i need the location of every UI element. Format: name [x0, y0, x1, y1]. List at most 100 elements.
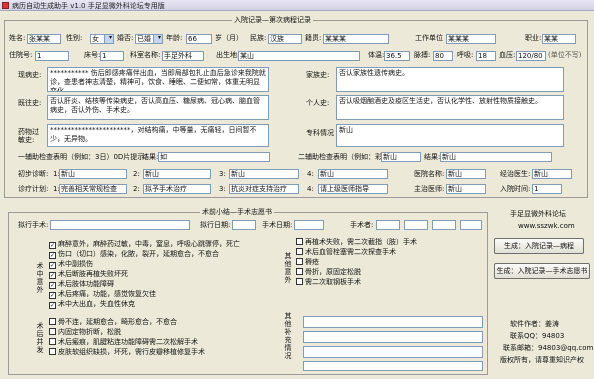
diag2-field[interactable]: 新山 — [143, 169, 211, 179]
other-checkbox-2[interactable]: 褥疮 — [296, 258, 319, 267]
extra-field-4[interactable] — [303, 361, 483, 371]
aux-result-field[interactable]: 如 — [158, 152, 270, 162]
operation-date-label: 手术日期: — [262, 221, 293, 229]
checkbox-box — [49, 318, 56, 325]
other-checkbox-3[interactable]: 骨折，原固定松脱 — [296, 268, 361, 277]
risk-checkbox-6[interactable]: ✓ 术中大出血，失血性休克 — [49, 300, 135, 309]
specialty-field[interactable]: 新山 — [336, 124, 564, 147]
operation-date-field[interactable] — [294, 220, 324, 230]
checkbox-box — [296, 268, 303, 275]
birth-field[interactable]: 某山 — [238, 51, 360, 61]
consent-frame-title: 术前小结—手术志愿书 — [200, 207, 274, 217]
checkbox-box — [296, 238, 303, 245]
window-title: 病历自动生成助手 v1.0 手足显微外科论坛专用版 — [12, 2, 165, 10]
post-checkbox-1[interactable]: 内固定物折断，松脱 — [49, 328, 121, 337]
proposed-surgery-field[interactable] — [50, 220, 190, 230]
diag3-field[interactable]: 新山 — [229, 169, 299, 179]
risk-group-label: 术中意外 — [36, 262, 44, 294]
resp-label: 呼吸: — [457, 51, 474, 59]
risk-checkbox-3[interactable]: ✓ 术后断肢再植失败坏死 — [49, 270, 128, 279]
post-checkbox-0[interactable]: 骨不连，延期愈合，畸形愈合，不愈合 — [49, 318, 177, 327]
diag1-field[interactable]: 新山 — [59, 169, 127, 179]
risk-checkbox-1[interactable]: ✓ 伤口（切口）感染，化脓，裂开，延期愈合，不愈合 — [49, 250, 219, 259]
family-label: 家族史: — [306, 71, 330, 79]
name-field[interactable]: 张某某 — [27, 34, 61, 44]
post-checkbox-2[interactable]: 术后瘢痕，肌腱粘连功能障碍需二次松解手术 — [49, 338, 198, 347]
allergy-label: 药物过敏史: — [18, 128, 39, 144]
sex-label: 性别: — [66, 34, 83, 42]
plan2-field[interactable]: 拟予手术治疗 — [143, 184, 211, 194]
chevron-down-icon: ▾ — [157, 34, 161, 41]
temp-label: 体温: — [368, 51, 385, 59]
age-field[interactable]: 66 — [186, 34, 212, 44]
marital-select[interactable]: 已婚 ▾ — [135, 34, 163, 44]
aux2-field[interactable]: 新山 — [381, 152, 421, 162]
extra-group-label: 其他补充情况 — [284, 312, 292, 360]
other-checkbox-1[interactable]: 术后血管栓塞需二次探查手术 — [296, 248, 396, 257]
past-history-field[interactable]: 否认肝炎、结核等传染病史，否认高血压、糖尿病、冠心病、脑血管病史，否认外伤、手术… — [47, 95, 269, 120]
extra-field-3[interactable] — [303, 346, 483, 358]
checkmark-icon: ✓ — [49, 272, 56, 279]
sex-select[interactable]: 女 ▾ — [90, 34, 114, 44]
pulse-label: 脉搏: — [414, 51, 431, 59]
job-label: 职业: — [525, 34, 542, 42]
plan3-field[interactable]: 抗炎对症支持治疗 — [229, 184, 299, 194]
generate-admission-button[interactable]: 生成：入院记录—病程 — [494, 238, 584, 254]
allergy-history-field[interactable]: ***********************，对结构痛，中等量，无痛轻，日间暂… — [47, 124, 269, 147]
risk-checkbox-label: 术中副损伤 — [58, 260, 93, 268]
other-checkbox-4[interactable]: 需二次取钢板手术 — [296, 278, 361, 287]
admno-field[interactable]: 1 — [35, 51, 69, 61]
qq-label: 联系QQ：94803 — [510, 332, 565, 340]
bp-field[interactable]: 120/80 — [516, 51, 546, 61]
admission-time-field[interactable]: 1 — [532, 184, 562, 194]
resident-field[interactable]: 新山 — [532, 169, 572, 179]
surgeon-field-3[interactable] — [432, 220, 456, 230]
present-history-field[interactable]: *********** 伤后即感疼痛伴出血，当即局部包扎止血后急诊来我院就诊，查… — [47, 67, 269, 92]
generate-consent-button[interactable]: 生成：入院记录—手术志愿书 — [494, 263, 590, 279]
work-field[interactable]: 某某某 — [446, 34, 496, 44]
proposed-surgery-label: 拟行手术: — [18, 221, 49, 229]
chief-field[interactable]: 新山 — [446, 184, 486, 194]
other-checkbox-label: 骨折，原固定松脱 — [305, 268, 361, 276]
surgery-date-field[interactable] — [232, 220, 256, 230]
post-group-label: 术后并发 — [36, 322, 44, 354]
temp-field[interactable]: 36.5 — [384, 51, 410, 61]
extra-field-1[interactable] — [303, 316, 483, 328]
hospital-field[interactable]: 新山 — [446, 169, 486, 179]
extra-field-2[interactable] — [303, 331, 483, 343]
risk-checkbox-0[interactable]: ✓ 麻醉意外，麻醉药过敏，中毒，窒息，呼吸心跳骤停，死亡 — [49, 240, 240, 249]
aux-result-label: 结果: — [142, 153, 159, 161]
aux2-result-field[interactable]: 新山 — [440, 152, 552, 162]
surgeon-field-4[interactable] — [460, 220, 482, 230]
aux2-result-label: 结果: — [424, 153, 441, 161]
personal-label: 个人史: — [306, 99, 330, 107]
title-bar[interactable]: 病历自动生成助手 v1.0 手足显微外科论坛专用版 — [0, 0, 594, 11]
native-field[interactable]: 某某某 — [323, 34, 389, 44]
dept-field[interactable]: 手足外科 — [162, 51, 204, 61]
other-checkbox-0[interactable]: 再植术失败，需二次截指（肢）手术 — [296, 238, 417, 247]
bed-field[interactable]: 1 — [100, 51, 124, 61]
resp-field[interactable]: 18 — [476, 51, 496, 61]
plan-label: 诊疗计划: — [18, 185, 49, 193]
surgeon-field-2[interactable] — [404, 220, 428, 230]
other-checkbox-label: 褥疮 — [305, 258, 319, 266]
other-checkbox-label: 再植术失败，需二次截指（肢）手术 — [305, 238, 417, 246]
marital-label: 婚否: — [117, 34, 134, 42]
job-field[interactable]: 某某 — [542, 34, 576, 44]
post-checkbox-3[interactable]: 皮肤软组织缺损，坏死，需行皮瓣移植修复手术 — [49, 348, 205, 357]
pulse-field[interactable]: 80 — [433, 51, 453, 61]
risk-checkbox-4[interactable]: ✓ 术后肢体功能障碍 — [49, 280, 114, 289]
dept-label: 科室名称: — [130, 51, 161, 59]
surgeon-field-1[interactable] — [376, 220, 400, 230]
family-history-field[interactable]: 否认家族性遗传病史。 — [336, 67, 564, 92]
plan1-field[interactable]: 完善相关常规检查 — [59, 184, 127, 194]
forum-name: 手足显微外科论坛 — [510, 210, 566, 218]
name-label: 姓名: — [9, 34, 26, 42]
specialty-label: 专科情况 — [306, 129, 334, 137]
risk-checkbox-5[interactable]: ✓ 术后疼痛，功能，感觉恢复欠佳 — [49, 290, 156, 299]
personal-history-field[interactable]: 否认吸烟酗酒史及疫区生活史，否认化学性、放射性物质接触史。 — [336, 95, 564, 120]
ethnic-field[interactable]: 汉族 — [268, 34, 302, 44]
risk-checkbox-2[interactable]: ✓ 术中副损伤 — [49, 260, 93, 269]
plan4-field[interactable]: 请上级医师指导 — [318, 184, 388, 194]
diag4-field[interactable]: 新山 — [318, 169, 388, 179]
